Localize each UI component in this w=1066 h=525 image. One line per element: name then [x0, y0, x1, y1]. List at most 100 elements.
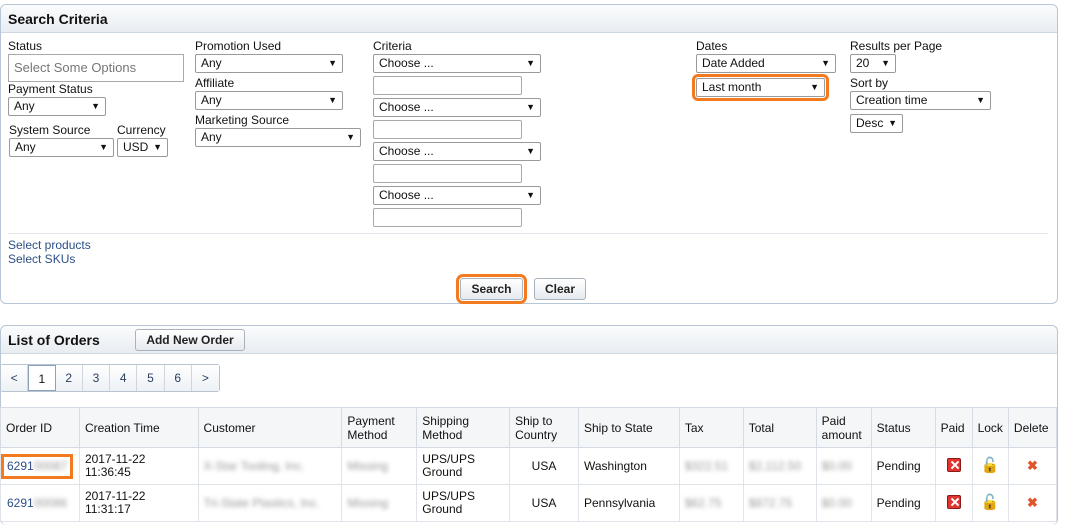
pagination-page-4[interactable]: 4 — [110, 365, 138, 391]
paid-amount-value: $0.00 — [821, 495, 852, 510]
status-multiselect[interactable]: Select Some Options — [8, 54, 184, 82]
sort-by-select[interactable]: Creation time ▼ — [850, 91, 991, 110]
marketing-select[interactable]: Any ▼ — [195, 128, 361, 147]
creation-time-cell: 2017-11-22 11:31:17 — [78, 484, 199, 522]
order-id-cell[interactable]: 629100086 — [0, 484, 80, 522]
pagination-prev[interactable]: < — [1, 365, 29, 391]
order-id-redacted: 00086 — [33, 495, 68, 510]
criteria-input-1[interactable] — [373, 76, 522, 95]
unpaid-icon[interactable] — [946, 494, 961, 509]
sort-order-select[interactable]: Desc ▼ — [850, 114, 903, 133]
status-cell: Pending — [870, 484, 936, 522]
payment-method-cell: Missing — [341, 447, 418, 485]
order-id-link[interactable]: 629100086 — [5, 495, 69, 512]
affiliate-select[interactable]: Any ▼ — [195, 91, 343, 110]
creation-time-cell: 2017-11-22 11:36:45 — [78, 447, 199, 485]
pagination-page-3[interactable]: 3 — [82, 365, 111, 391]
clear-button[interactable]: Clear — [534, 278, 586, 300]
affiliate-label: Affiliate — [195, 76, 235, 90]
col-tax[interactable]: Tax — [678, 407, 744, 448]
payment-method: Missing — [347, 458, 389, 473]
search-criteria-title: Search Criteria — [8, 11, 108, 27]
chevron-down-icon: ▼ — [888, 118, 897, 128]
col-customer[interactable]: Customer — [197, 407, 343, 448]
paid-amount-cell: $0.00 — [815, 484, 872, 522]
ship-state-cell: Pennsylvania — [577, 484, 680, 522]
date-range-select[interactable]: Last month ▼ — [692, 74, 829, 101]
criteria-select-2[interactable]: Choose ... ▼ — [373, 98, 541, 117]
total-cell: $872.75 — [742, 484, 817, 522]
criteria-select-4-value: Choose ... — [379, 188, 434, 202]
delete-icon[interactable]: ✖ — [1027, 495, 1038, 510]
select-skus-link[interactable]: Select SKUs — [8, 252, 75, 266]
col-paid-amount[interactable]: Paid amount — [815, 407, 872, 448]
shipping-method-cell: UPS/UPS Ground — [416, 484, 511, 522]
pagination-page-5[interactable]: 5 — [137, 365, 165, 391]
col-ship-country[interactable]: Ship to Country — [509, 407, 579, 448]
tax-value: $322.51 — [684, 458, 729, 473]
chevron-down-icon: ▼ — [91, 101, 100, 111]
unpaid-icon[interactable] — [946, 457, 961, 472]
table-row[interactable]: 629100086 2017-11-22 11:31:17 Tri-State … — [0, 484, 1058, 522]
chevron-down-icon: ▼ — [526, 146, 535, 156]
table-row[interactable]: 629100087 2017-11-22 11:36:45 X-Star Too… — [0, 447, 1058, 485]
col-ship-state[interactable]: Ship to State — [577, 407, 680, 448]
system-source-label: System Source — [9, 123, 91, 137]
pagination-page-6[interactable]: 6 — [164, 365, 192, 391]
chevron-down-icon: ▼ — [346, 132, 355, 142]
criteria-select-2-value: Choose ... — [379, 100, 434, 114]
total-value: $872.75 — [748, 495, 793, 510]
unlock-icon[interactable]: 🔓 — [981, 494, 1000, 511]
pagination-page-1[interactable]: 1 — [28, 365, 56, 391]
search-button[interactable]: Search — [456, 274, 527, 304]
total-cell: $2,112.50 — [742, 447, 817, 485]
ship-country-cell: USA — [509, 447, 579, 485]
order-id-link[interactable]: 629100087 — [0, 453, 74, 479]
chevron-down-icon: ▼ — [881, 58, 890, 68]
table-header-row: Order ID Creation Time Customer Payment … — [0, 407, 1058, 448]
customer-cell: X-Star Tooling, Inc. — [197, 447, 343, 485]
system-source-value: Any — [15, 140, 36, 154]
col-total[interactable]: Total — [742, 407, 817, 448]
unlock-icon[interactable]: 🔓 — [981, 457, 1000, 474]
criteria-select-3[interactable]: Choose ... ▼ — [373, 142, 541, 161]
criteria-select-4[interactable]: Choose ... ▼ — [373, 186, 541, 205]
payment-method-cell: Missing — [341, 484, 418, 522]
col-shipping-method[interactable]: Shipping Method — [416, 407, 511, 448]
order-id-prefix: 6291 — [7, 495, 34, 510]
orders-table: Order ID Creation Time Customer Payment … — [0, 407, 1058, 522]
chevron-down-icon: ▼ — [328, 58, 337, 68]
criteria-input-2[interactable] — [373, 120, 522, 139]
payment-status-select[interactable]: Any ▼ — [8, 97, 106, 116]
delete-cell: ✖ — [1007, 447, 1058, 485]
dates-label: Dates — [696, 39, 728, 53]
pagination-page-2[interactable]: 2 — [55, 365, 83, 391]
promotion-label: Promotion Used — [195, 39, 282, 53]
select-products-link[interactable]: Select products — [8, 238, 91, 252]
system-source-select[interactable]: Any ▼ — [9, 138, 114, 157]
delete-icon[interactable]: ✖ — [1027, 458, 1038, 473]
tax-cell: $322.51 — [678, 447, 744, 485]
pagination-next[interactable]: > — [191, 365, 219, 391]
results-per-page-label: Results per Page — [850, 39, 943, 53]
col-creation-time[interactable]: Creation Time — [78, 407, 199, 448]
criteria-input-4[interactable] — [373, 208, 522, 227]
currency-select[interactable]: USD ▼ — [117, 138, 168, 157]
col-order-id[interactable]: Order ID — [0, 407, 80, 448]
chevron-down-icon: ▼ — [526, 102, 535, 112]
col-payment-method[interactable]: Payment Method — [341, 407, 418, 448]
criteria-label: Criteria — [373, 39, 412, 53]
results-per-page-select[interactable]: 20 ▼ — [850, 54, 896, 73]
promotion-select[interactable]: Any ▼ — [195, 54, 343, 73]
col-status[interactable]: Status — [870, 407, 936, 448]
criteria-input-3[interactable] — [373, 164, 522, 183]
order-id-cell[interactable]: 629100087 — [0, 447, 80, 485]
promotion-value: Any — [201, 56, 222, 70]
criteria-select-1[interactable]: Choose ... ▼ — [373, 54, 541, 73]
order-id-redacted: 00087 — [33, 458, 68, 473]
add-new-order-button[interactable]: Add New Order — [135, 329, 245, 351]
shipping-method-cell: UPS/UPS Ground — [416, 447, 511, 485]
chevron-down-icon: ▼ — [821, 58, 830, 68]
customer-cell: Tri-State Plastics, Inc. — [197, 484, 343, 522]
date-type-select[interactable]: Date Added ▼ — [696, 54, 836, 73]
